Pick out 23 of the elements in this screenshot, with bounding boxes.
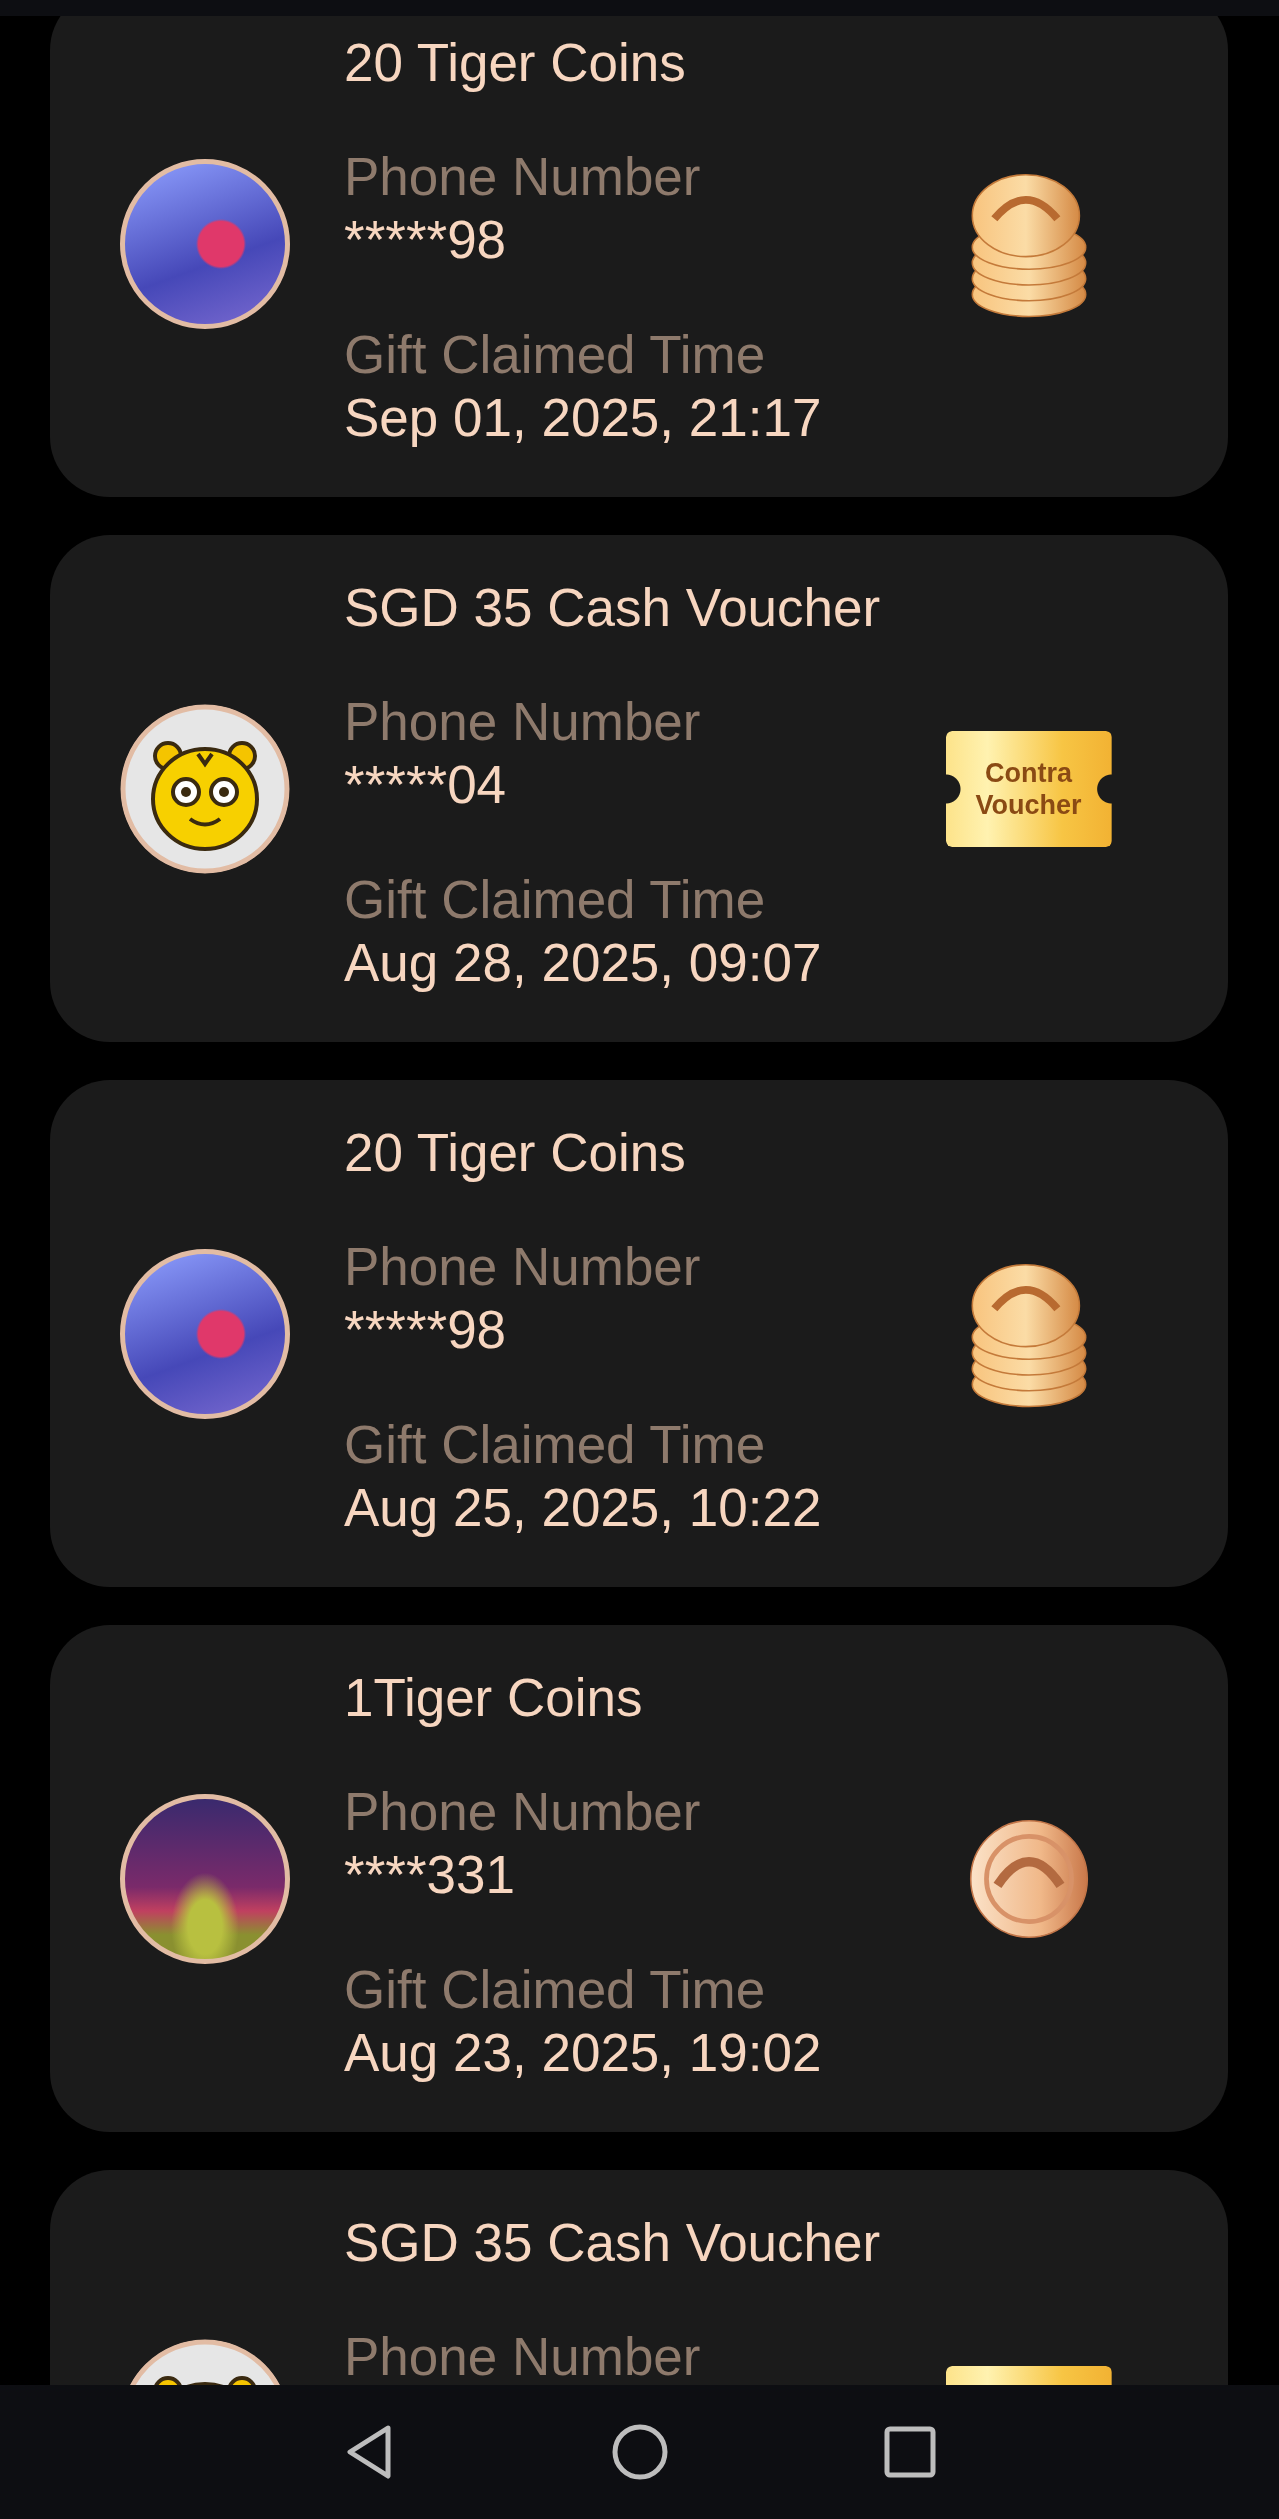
gift-title: SGD 35 Cash Voucher — [344, 2212, 882, 2274]
phone-label: Phone Number — [344, 146, 702, 208]
phone-label: Phone Number — [344, 691, 702, 753]
phone-number: ****331 — [344, 1844, 516, 1906]
phone-label: Phone Number — [344, 1236, 702, 1298]
phone-number: *****98 — [344, 1299, 508, 1361]
gift-title: 20 Tiger Coins — [344, 32, 687, 94]
claimed-time: Aug 23, 2025, 19:02 — [344, 2022, 823, 2084]
phone-number: *****98 — [344, 209, 508, 271]
claimed-time-label: Gift Claimed Time — [344, 1414, 767, 1476]
claimed-time: Aug 25, 2025, 10:22 — [344, 1477, 823, 1539]
gift-title: 20 Tiger Coins — [344, 1122, 687, 1184]
gift-title: 1Tiger Coins — [344, 1667, 644, 1729]
gift-title: SGD 35 Cash Voucher — [344, 577, 882, 639]
claimed-time-label: Gift Claimed Time — [344, 324, 767, 386]
claimed-time-label: Gift Claimed Time — [344, 869, 767, 931]
phone-label: Phone Number — [344, 1781, 702, 1843]
claimed-time: Sep 01, 2025, 21:17 — [344, 387, 823, 449]
phone-number: *****04 — [344, 754, 508, 816]
claimed-time: Aug 28, 2025, 09:07 — [344, 932, 823, 994]
claimed-time-label: Gift Claimed Time — [344, 1959, 767, 2021]
voucher-ticket: Contra Voucher — [945, 730, 1112, 847]
phone-label: Phone Number — [344, 2326, 702, 2385]
